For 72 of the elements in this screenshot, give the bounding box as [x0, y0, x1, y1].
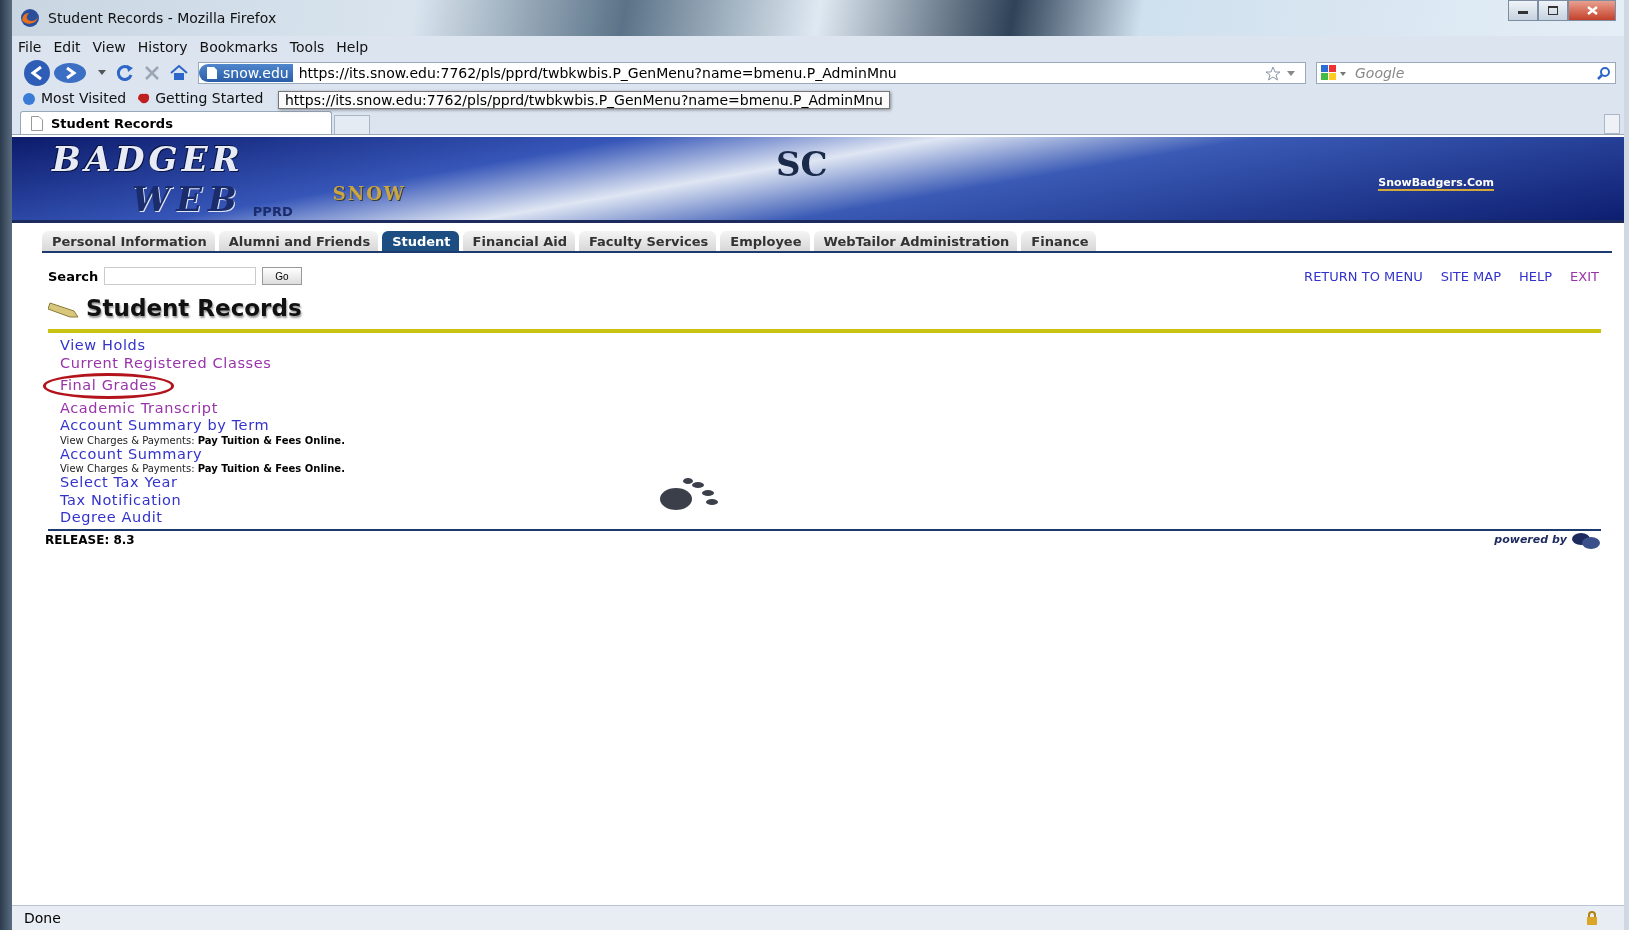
release-label: RELEASE: 8.3: [45, 532, 135, 547]
nav-link[interactable]: HELP: [1519, 268, 1553, 284]
firefox-icon: [20, 8, 40, 28]
page-tab[interactable]: Financial Aid: [462, 231, 575, 251]
link-note: View Charges & Payments: Pay Tuition & Fees Online.: [60, 434, 346, 446]
menu-item[interactable]: Bookmarks: [199, 39, 278, 55]
go-button[interactable]: Go: [262, 267, 302, 285]
nav-link[interactable]: RETURN TO MENU: [1304, 268, 1423, 284]
bookmark-item[interactable]: Most Visited: [41, 90, 127, 106]
globe-icon: [22, 91, 36, 105]
home-icon[interactable]: [170, 65, 188, 81]
menu-item[interactable]: Edit: [53, 39, 81, 55]
menu-item[interactable]: View: [92, 39, 126, 55]
bookmark-item[interactable]: Getting Started: [155, 90, 264, 106]
menu-link[interactable]: Account Summary by Term: [60, 417, 270, 435]
page-tab[interactable]: Finance: [1021, 231, 1097, 251]
instance-label: PPRD: [252, 203, 293, 219]
page-tab[interactable]: Student: [382, 231, 459, 251]
menu-link[interactable]: View Holds: [60, 337, 146, 355]
page-icon: [31, 115, 43, 131]
dropdown-icon[interactable]: [1287, 70, 1295, 76]
menu-item[interactable]: History: [137, 39, 188, 55]
vendor-logo-icon: [1571, 530, 1601, 549]
site-link[interactable]: SnowBadgers.Com: [1378, 176, 1494, 191]
search-label: Search: [48, 268, 99, 284]
page-heading: Student Records: [86, 295, 302, 321]
url-text: https://its.snow.edu:7762/pls/pprd/twbkwbis.P_GenMenu?name=bmenu.P_AdminMnu: [298, 65, 898, 81]
page-icon: [207, 67, 217, 79]
close-icon: [1586, 6, 1598, 15]
lock-icon: [1586, 911, 1598, 925]
page-tab[interactable]: Personal Information: [42, 231, 215, 251]
page-tab[interactable]: Employee: [720, 231, 810, 251]
maximize-button[interactable]: [1538, 0, 1568, 21]
back-forward-icon[interactable]: [22, 60, 88, 86]
search-input[interactable]: Google: [1353, 64, 1591, 82]
link-tooltip: https://its.snow.edu:7762/pls/pprd/twbkwbis.P_GenMenu?name=bmenu.P_AdminMnu: [278, 91, 890, 109]
menu-link[interactable]: Account Summary: [60, 445, 203, 463]
search-field[interactable]: [104, 267, 257, 285]
menu-link[interactable]: Degree Audit: [60, 509, 163, 527]
search-engine-icon[interactable]: [1321, 65, 1347, 81]
menu-link[interactable]: Current Registered Classes: [60, 354, 272, 372]
status-text: Done: [24, 910, 61, 926]
menu-item[interactable]: Tools: [289, 39, 325, 55]
search-icon[interactable]: [1597, 66, 1611, 80]
brand-logo: SNOW: [332, 183, 407, 204]
menu-link[interactable]: Academic Transcript: [60, 399, 218, 417]
close-button[interactable]: [1568, 0, 1616, 21]
nav-link[interactable]: EXIT: [1570, 268, 1599, 284]
page-tab[interactable]: WebTailor Administration: [813, 231, 1018, 251]
reload-icon[interactable]: [116, 64, 134, 82]
minimize-button[interactable]: [1508, 0, 1538, 21]
search-field[interactable]: Google: [1316, 62, 1616, 84]
emblem-logo: SC: [776, 143, 828, 184]
page-tab[interactable]: Faculty Services: [578, 231, 717, 251]
browser-tab[interactable]: Student Records: [20, 111, 332, 134]
bookmark-icon: [136, 91, 151, 105]
menu-link[interactable]: Select Tax Year: [60, 474, 178, 492]
logo-text: WEB: [132, 178, 243, 219]
link-note: View Charges & Payments: Pay Tuition & Fees Online.: [60, 463, 346, 474]
maximize-icon: [1548, 6, 1558, 15]
menu-link[interactable]: Tax Notification: [60, 491, 182, 509]
menu-item[interactable]: Help: [336, 39, 369, 55]
star-icon[interactable]: [1265, 65, 1281, 81]
window-title: Student Records - Mozilla Firefox: [48, 10, 278, 26]
address-bar[interactable]: snow.edu https://its.snow.edu:7762/pls/pprd/twbkwbis.P_GenMenu?name=bmenu.P_AdminMnu: [198, 62, 1306, 84]
dropdown-icon[interactable]: [98, 70, 106, 76]
menu-item[interactable]: File: [18, 39, 42, 55]
page-tab[interactable]: Alumni and Friends: [218, 231, 379, 251]
logo-text: BADGER: [52, 138, 245, 179]
menu-link[interactable]: Final Grades: [43, 373, 174, 399]
nav-link[interactable]: SITE MAP: [1440, 268, 1501, 284]
powered-by-label: powered by: [1494, 533, 1567, 546]
